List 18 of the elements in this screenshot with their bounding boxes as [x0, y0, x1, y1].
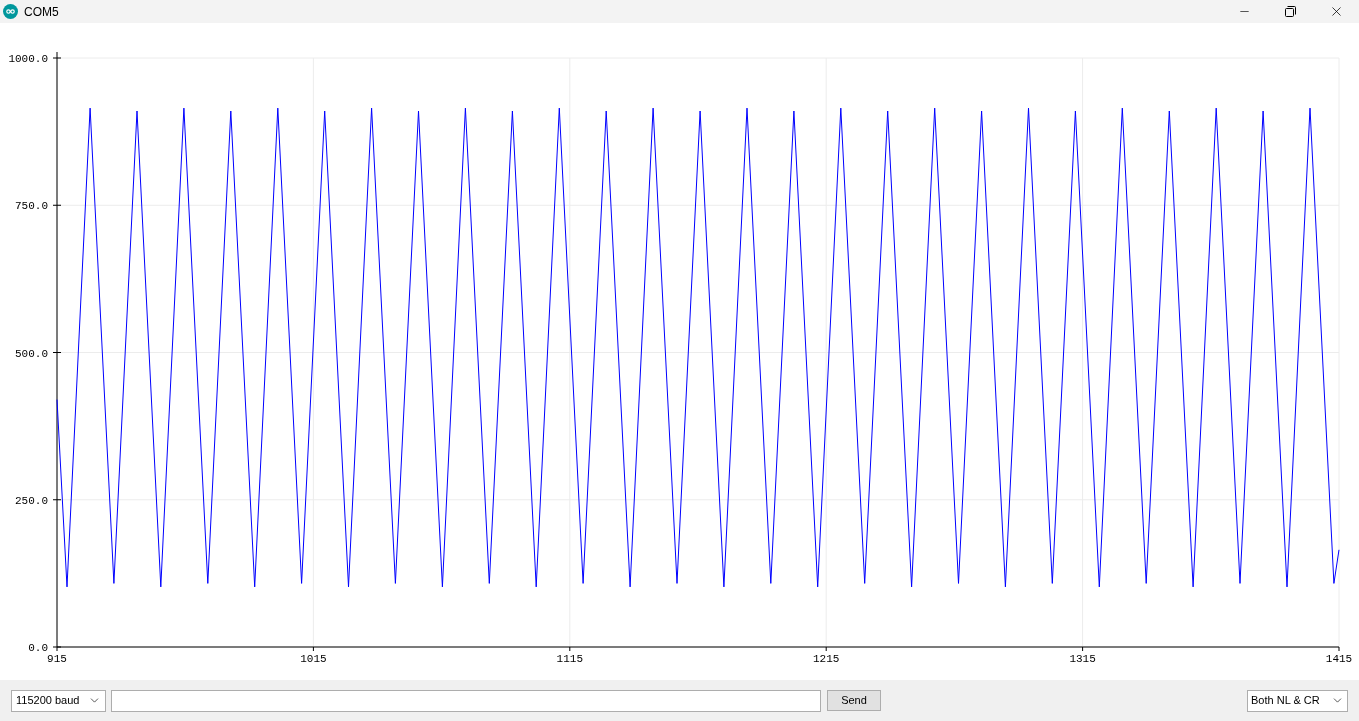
axis-label: 250.0 [15, 494, 48, 507]
axis-label: 0.0 [28, 642, 48, 654]
axis-label: 1415 [1325, 653, 1353, 665]
app-logo-icon [3, 4, 18, 19]
window-title: COM5 [24, 3, 59, 21]
message-input-field[interactable] [111, 689, 821, 712]
line-ending-dropdown[interactable]: Both NL & CR [1247, 689, 1348, 712]
axis-label: 750.0 [15, 200, 48, 213]
axis-label: 1115 [556, 653, 583, 665]
restore-icon [1284, 6, 1296, 17]
axis-label: 1000.0 [8, 53, 48, 65]
send-button[interactable]: Send [827, 690, 881, 711]
axis-label: 1015 [300, 653, 327, 665]
axis-label: 1215 [813, 653, 840, 665]
axis-label: 500.0 [15, 347, 48, 360]
axis-label: 1315 [1069, 653, 1096, 665]
axis-label: 915 [47, 653, 67, 665]
baud-rate-dropdown[interactable]: 115200 baud [11, 689, 106, 712]
